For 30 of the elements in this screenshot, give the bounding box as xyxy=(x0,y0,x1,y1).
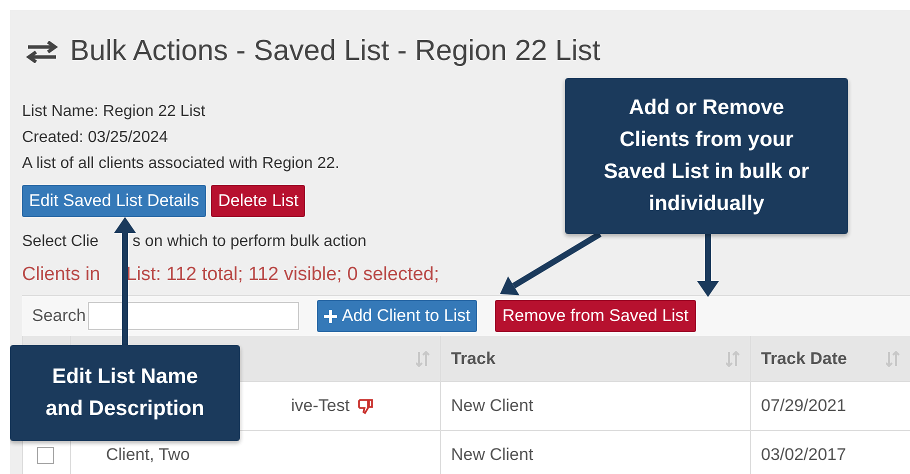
info-text: A list of all clients associated with Region 22. xyxy=(22,155,340,173)
instruction-text: s on which to perform bulk action xyxy=(132,233,366,251)
callout-tooltip: Edit List Name and Description xyxy=(10,345,240,441)
add-client-button[interactable]: Add Client to List xyxy=(316,300,478,332)
callout-tooltip: Add or Remove Clients from your Saved List in bulk or individually xyxy=(565,78,848,234)
client-count-text: Clients in xyxy=(22,264,100,286)
edit-button[interactable]: Edit Saved List Details xyxy=(22,185,206,217)
info-text: Created: 03/25/2024 xyxy=(22,129,168,147)
column-header[interactable]: Track Date xyxy=(751,336,910,382)
arrow xyxy=(697,232,719,297)
sort-icon[interactable] xyxy=(886,350,900,366)
sort-icon[interactable] xyxy=(416,350,430,366)
info-text: List Name: Region 22 List xyxy=(22,103,206,121)
swap-arrows-icon xyxy=(26,40,58,62)
instruction-text: Select Clie xyxy=(22,233,98,251)
delete-button[interactable]: Delete List xyxy=(211,185,306,217)
column-header[interactable]: Track xyxy=(441,336,751,382)
date-text: 03/02/2017 xyxy=(761,445,846,465)
page-title: Bulk Actions - Saved List - Region 22 List xyxy=(70,35,600,68)
sort-icon[interactable] xyxy=(726,350,740,366)
search-label: Search xyxy=(32,306,86,326)
client-name: ive-Test xyxy=(291,396,350,416)
plus-icon xyxy=(324,310,337,322)
remove-button[interactable]: Remove from Saved List xyxy=(495,300,696,332)
search-field[interactable] xyxy=(88,302,299,330)
track-text: New Client xyxy=(451,396,534,416)
track-text: New Client xyxy=(451,445,534,465)
row-checkbox[interactable] xyxy=(37,446,54,464)
date-text: 07/29/2021 xyxy=(761,396,846,416)
client-name: Client, Two xyxy=(106,445,190,465)
